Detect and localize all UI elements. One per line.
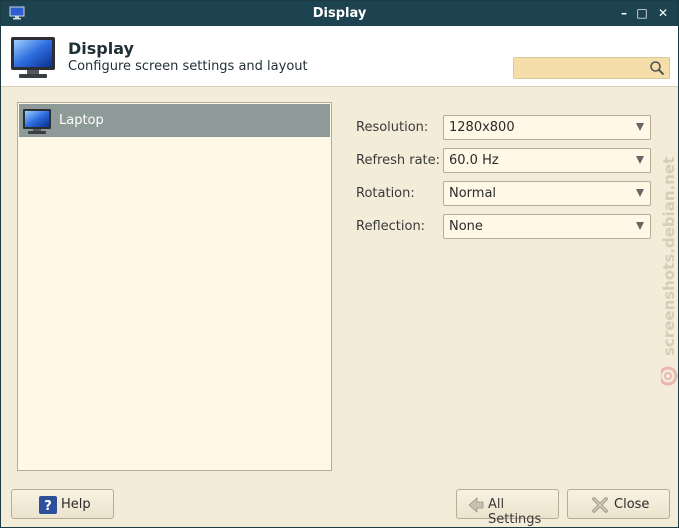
page-title: Display <box>68 39 134 58</box>
watermark: screenshots.debian.net <box>661 157 678 386</box>
search-input[interactable] <box>513 57 670 79</box>
list-item[interactable]: Laptop <box>19 104 330 137</box>
magnifier-icon[interactable] <box>649 60 665 76</box>
monitor-icon <box>23 109 51 134</box>
rotation-select[interactable]: Normal <box>443 181 651 206</box>
minimize-button[interactable]: – <box>616 5 632 21</box>
rotation-label: Rotation: <box>356 186 415 201</box>
refresh-rate-label: Refresh rate: <box>356 153 441 168</box>
resolution-label: Resolution: <box>356 120 429 135</box>
reflection-value: None <box>449 219 483 234</box>
resolution-value: 1280x800 <box>449 120 515 135</box>
monitor-icon <box>11 37 55 78</box>
resolution-select[interactable]: 1280x800 <box>443 115 651 140</box>
dropdown-arrow-icon <box>636 222 644 230</box>
title-bar[interactable]: Display – □ ✕ <box>1 1 678 26</box>
page-subtitle: Configure screen settings and layout <box>68 59 308 74</box>
refresh-rate-value: 60.0 Hz <box>449 153 499 168</box>
window-title: Display <box>312 6 367 21</box>
dropdown-arrow-icon <box>636 156 644 164</box>
refresh-rate-select[interactable]: 60.0 Hz <box>443 148 651 173</box>
help-icon: ? <box>39 496 57 514</box>
display-window: Display – □ ✕ Display Configure screen s… <box>0 0 679 528</box>
reflection-select[interactable]: None <box>443 214 651 239</box>
back-arrow-icon <box>468 497 484 513</box>
maximize-button[interactable]: □ <box>634 5 650 21</box>
all-settings-label: All Settings <box>488 497 542 527</box>
close-window-button[interactable]: ✕ <box>655 5 671 21</box>
rotation-value: Normal <box>449 186 497 201</box>
close-button[interactable]: Close <box>567 489 670 519</box>
list-item-label: Laptop <box>59 113 104 128</box>
display-list[interactable]: Laptop <box>17 102 332 471</box>
dropdown-arrow-icon <box>636 189 644 197</box>
svg-text:?: ? <box>44 499 52 514</box>
reflection-label: Reflection: <box>356 219 426 234</box>
help-label: Help <box>61 497 91 512</box>
close-label: Close <box>614 497 650 512</box>
all-settings-button[interactable]: All Settings <box>456 489 559 527</box>
close-icon <box>592 497 608 513</box>
dropdown-arrow-icon <box>636 123 644 131</box>
watermark-text: screenshots.debian.net <box>661 157 678 356</box>
header-panel: Display Configure screen settings and la… <box>1 26 678 87</box>
help-button[interactable]: ? Help <box>11 489 114 519</box>
